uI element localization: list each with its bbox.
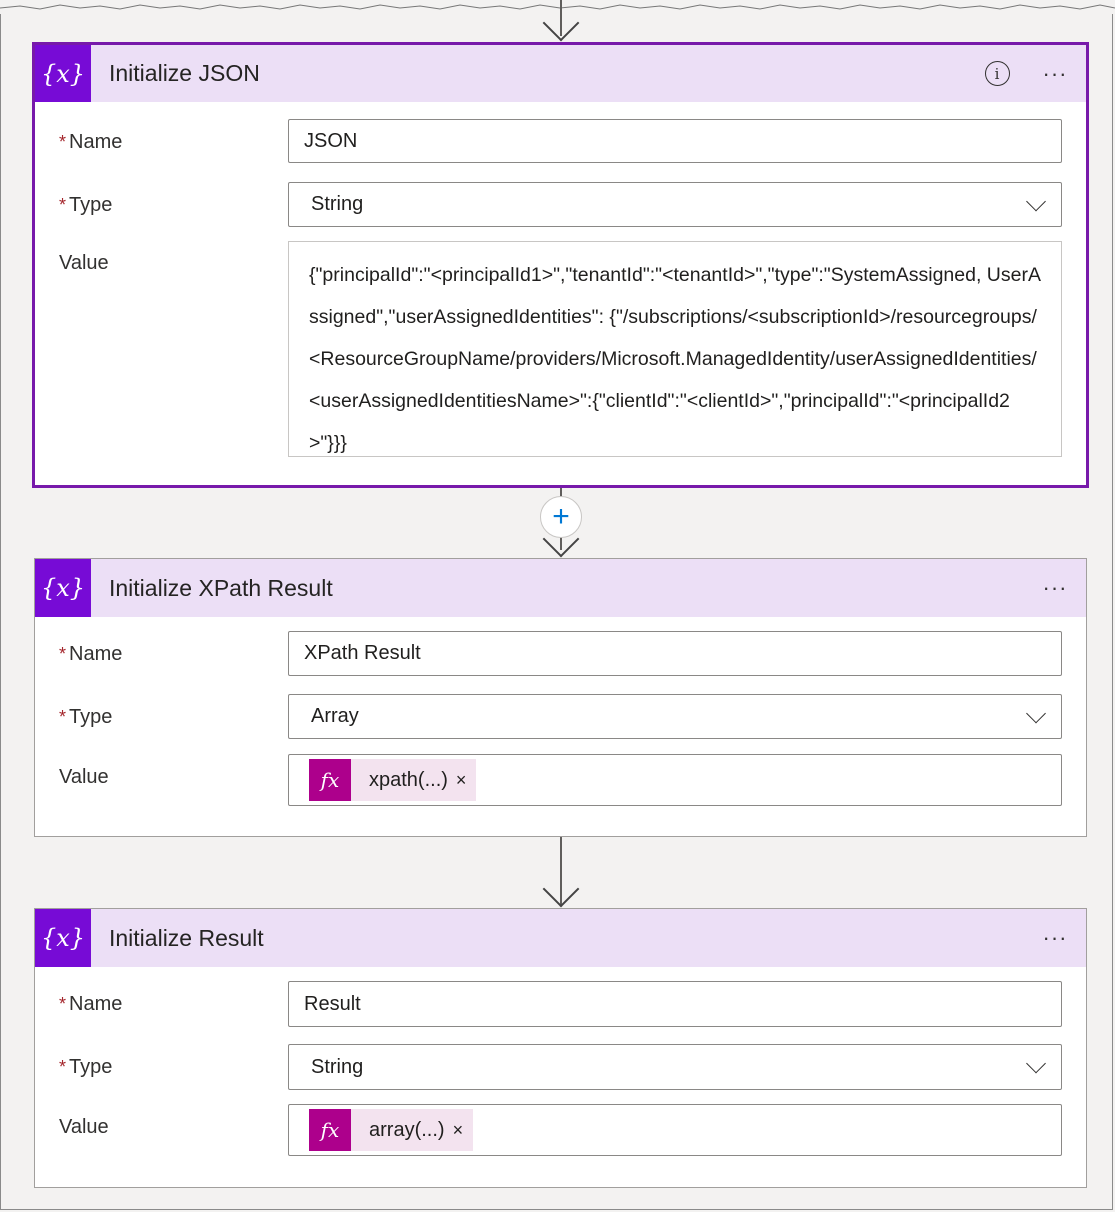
token-label: array(...) bbox=[369, 1118, 445, 1141]
action-card-initialize-result[interactable]: {x} Initialize Result ··· * Name Result *… bbox=[34, 908, 1087, 1188]
required-mark: * bbox=[59, 1057, 67, 1077]
type-label: * Type bbox=[59, 706, 113, 728]
name-label: * Name bbox=[59, 643, 123, 665]
more-options-button[interactable]: ··· bbox=[1040, 909, 1070, 967]
expression-token[interactable]: fx array(...) × bbox=[309, 1109, 474, 1151]
value-label: Value bbox=[59, 1116, 109, 1138]
card-header[interactable]: {x} Initialize Result ··· bbox=[35, 909, 1086, 967]
value-input[interactable]: fx array(...) × bbox=[288, 1104, 1062, 1156]
value-label: Value bbox=[59, 766, 109, 788]
remove-token-icon[interactable]: × bbox=[456, 770, 477, 791]
chevron-down-icon bbox=[1026, 191, 1046, 211]
type-dropdown[interactable]: String bbox=[288, 1044, 1062, 1090]
card-header[interactable]: {x} Initialize XPath Result ··· bbox=[35, 559, 1086, 617]
value-label: Value bbox=[59, 252, 109, 274]
variable-icon: {x} bbox=[35, 559, 91, 617]
type-dropdown[interactable]: Array bbox=[288, 694, 1062, 739]
more-options-button[interactable]: ··· bbox=[1040, 559, 1070, 617]
function-icon: fx bbox=[309, 1109, 351, 1151]
required-mark: * bbox=[59, 132, 67, 152]
card-title[interactable]: Initialize XPath Result bbox=[109, 575, 333, 602]
variable-icon: {x} bbox=[35, 909, 91, 967]
action-card-initialize-json[interactable]: {x} Initialize JSON i ··· * Name JSON * Ty… bbox=[32, 42, 1089, 488]
name-input[interactable]: XPath Result bbox=[288, 631, 1062, 676]
chevron-down-icon bbox=[1026, 1053, 1046, 1074]
required-mark: * bbox=[59, 195, 67, 215]
name-input[interactable]: JSON bbox=[288, 119, 1062, 163]
card-header[interactable]: {x} Initialize JSON i ··· bbox=[35, 45, 1086, 102]
value-textarea[interactable]: {"principalId":"<principalId1>","tenantI… bbox=[288, 241, 1062, 457]
type-selected-value: String bbox=[311, 1055, 364, 1078]
required-mark: * bbox=[59, 707, 67, 727]
remove-token-icon[interactable]: × bbox=[453, 1120, 474, 1141]
type-label: * Type bbox=[59, 194, 113, 216]
token-label: xpath(...) bbox=[369, 768, 448, 791]
info-button[interactable]: i bbox=[982, 45, 1012, 102]
type-dropdown[interactable]: String bbox=[288, 182, 1062, 227]
type-selected-value: String bbox=[311, 193, 364, 215]
more-options-button[interactable]: ··· bbox=[1040, 45, 1070, 102]
required-mark: * bbox=[59, 994, 67, 1014]
action-card-initialize-xpath-result[interactable]: {x} Initialize XPath Result ··· * Name XP… bbox=[34, 558, 1087, 837]
card-title[interactable]: Initialize Result bbox=[109, 925, 264, 952]
name-label: * Name bbox=[59, 131, 123, 153]
card-title[interactable]: Initialize JSON bbox=[109, 60, 260, 87]
name-label: * Name bbox=[59, 993, 123, 1015]
expression-token[interactable]: fx xpath(...) × bbox=[309, 759, 477, 801]
type-label: * Type bbox=[59, 1056, 113, 1078]
info-icon: i bbox=[984, 61, 1010, 86]
chevron-down-icon bbox=[1026, 703, 1046, 723]
value-input[interactable]: fx xpath(...) × bbox=[288, 754, 1062, 806]
name-input[interactable]: Result bbox=[288, 981, 1062, 1027]
type-selected-value: Array bbox=[311, 705, 359, 727]
required-mark: * bbox=[59, 644, 67, 664]
variable-icon: {x} bbox=[35, 45, 91, 102]
function-icon: fx bbox=[309, 759, 351, 801]
